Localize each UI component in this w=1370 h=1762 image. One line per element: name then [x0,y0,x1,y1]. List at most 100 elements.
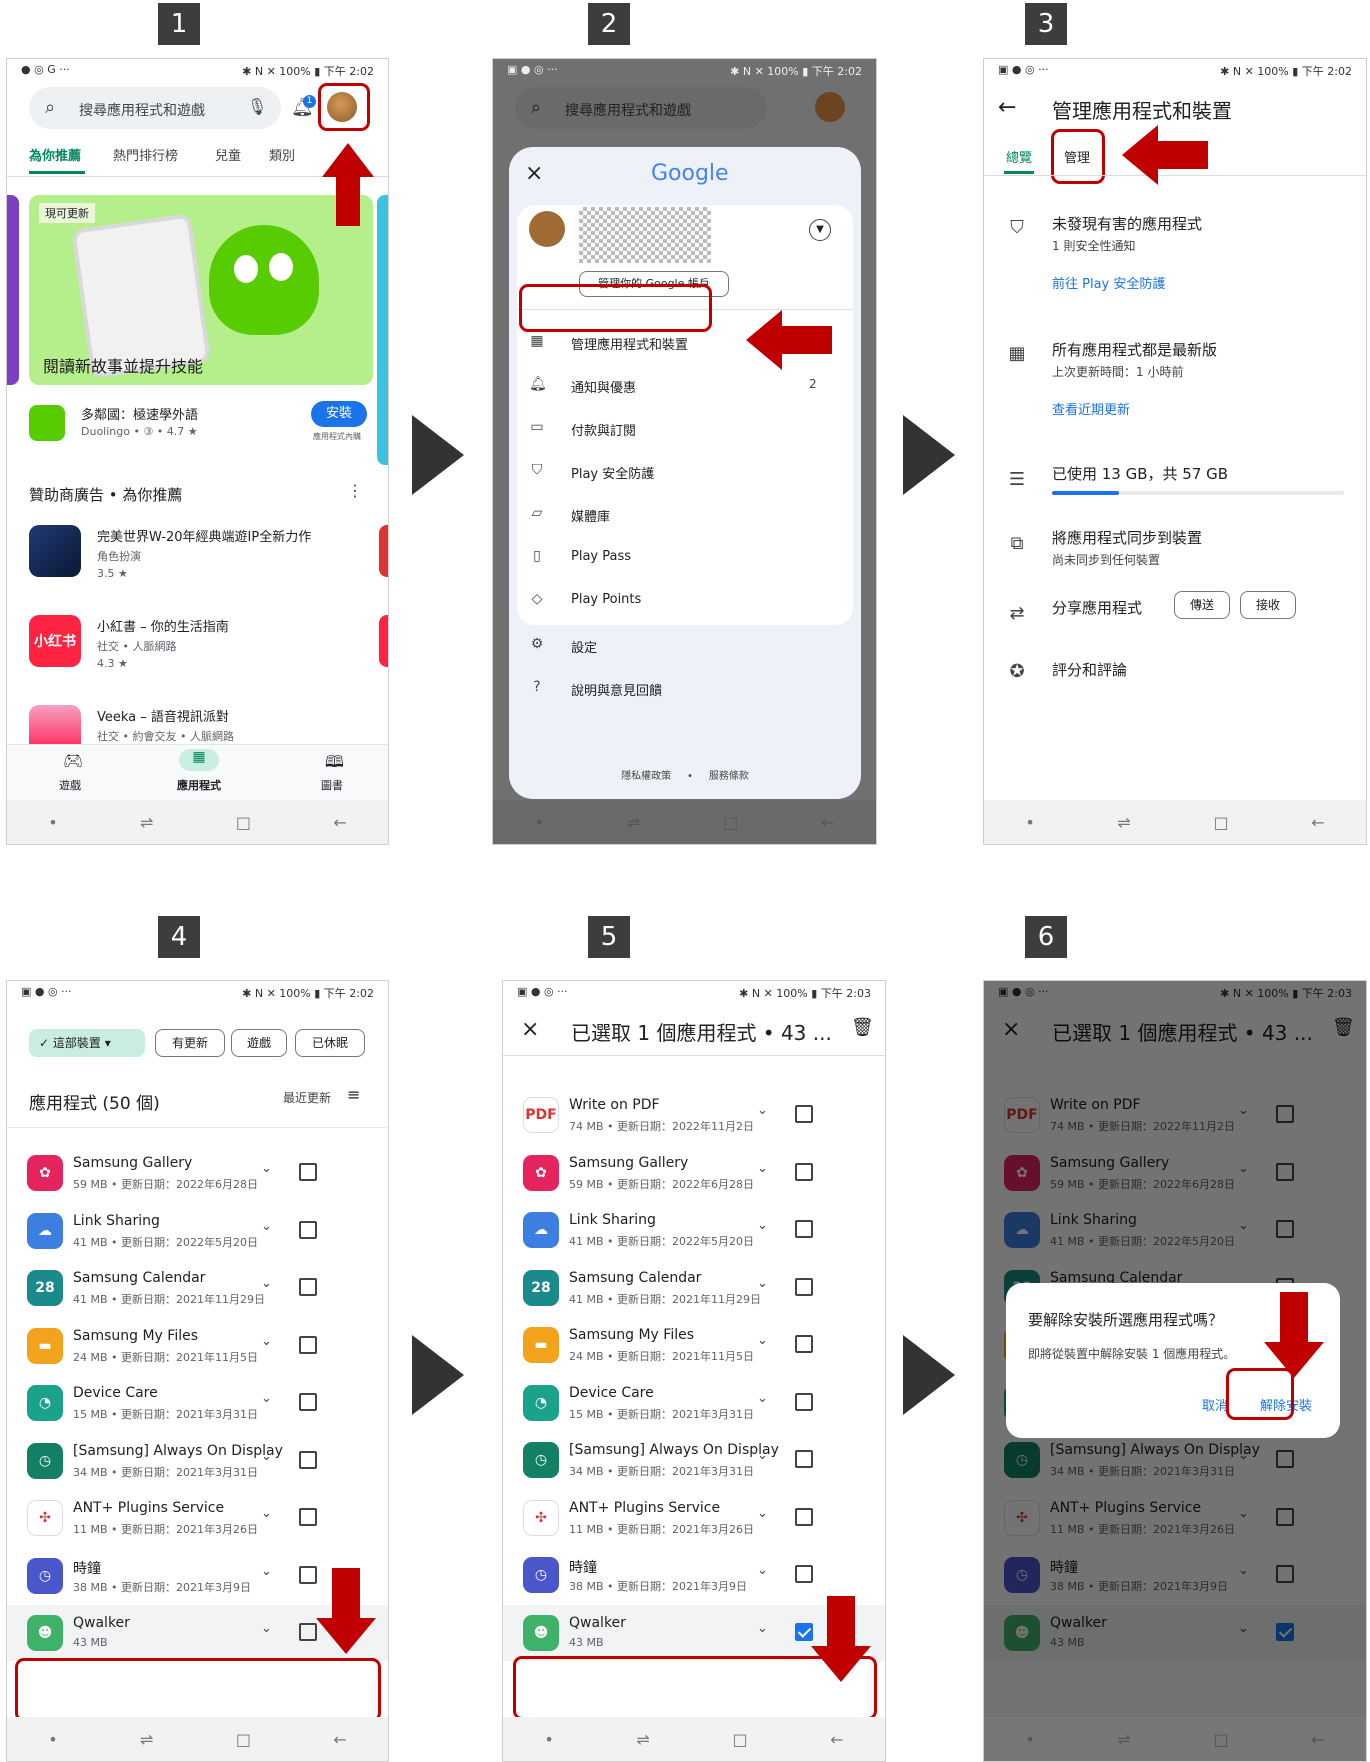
select-checkbox[interactable] [299,1220,317,1239]
select-checkbox[interactable] [795,1162,813,1181]
back-icon[interactable]: ← [333,813,346,832]
sort-icon[interactable]: ≡ [347,1085,360,1104]
select-checkbox[interactable] [299,1163,317,1181]
list-item[interactable]: ☁ Link Sharing 41 MB • 更新日期：2022年5月20日⌄ [7,1203,388,1259]
menu-item[interactable]: ◇ Play Points [517,583,853,619]
close-icon[interactable]: × [525,161,543,186]
expand-chevron-icon[interactable]: ⌄ [261,1334,272,1349]
games-icon[interactable]: 🎮︎ [63,751,83,770]
storage-title[interactable]: 已使用 13 GB，共 57 GB [1052,463,1228,484]
account-switcher-chevron-icon[interactable]: ▼ [809,219,831,241]
select-checkbox[interactable] [299,1450,317,1469]
expand-chevron-icon[interactable]: ⌄ [261,1449,272,1464]
expand-chevron-icon[interactable]: ⌄ [757,1161,768,1176]
list-item[interactable]: ✣ ANT+ Plugins Service 11 MB • 更新日期：2021年3… [7,1490,388,1546]
row-title[interactable]: 將應用程式同步到裝置 [1052,527,1202,548]
install-button[interactable]: 安裝 [311,401,367,427]
select-checkbox[interactable] [795,1392,813,1411]
apps-icon[interactable]: ▦ [179,749,219,771]
delete-icon[interactable]: 🗑︎ [851,1017,874,1038]
select-checkbox[interactable] [299,1565,317,1584]
sort-label[interactable]: 最近更新 [283,1089,331,1106]
expand-chevron-icon[interactable]: ⌄ [757,1621,768,1636]
select-checkbox[interactable] [795,1507,813,1526]
list-item[interactable]: ◷ [Samsung] Always On Display 34 MB • 更新日期… [7,1433,388,1489]
select-checkbox[interactable] [795,1220,813,1238]
expand-chevron-icon[interactable]: ⌄ [757,1506,768,1521]
app-title[interactable]: 完美世界W-20年經典端遊IP全新力作 [97,526,311,545]
expand-chevron-icon[interactable]: ⌄ [757,1563,768,1578]
chip-updates[interactable]: 有更新 [155,1029,225,1057]
recent-updates-link[interactable]: 查看近期更新 [1052,399,1130,418]
select-checkbox[interactable] [795,1565,813,1583]
recent-apps-icon[interactable]: ⇌ [140,813,153,832]
expand-chevron-icon[interactable]: ⌄ [757,1448,768,1463]
select-checkbox[interactable] [299,1623,317,1641]
close-selection-icon[interactable]: × [521,1017,539,1042]
terms-of-service-link[interactable]: 服務條款 [709,771,749,782]
select-checkbox[interactable] [299,1278,317,1296]
account-avatar[interactable] [529,211,565,247]
more-options-icon[interactable]: ⋮ [347,481,363,500]
select-checkbox[interactable] [299,1335,317,1354]
expand-chevron-icon[interactable]: ⌄ [757,1391,768,1406]
menu-item[interactable]: ⛉ Play 安全防護 [517,454,853,490]
list-item[interactable]: ☁ Link Sharing 41 MB • 更新日期：2022年5月20日⌄ [503,1202,885,1258]
list-item[interactable]: 28 Samsung Calendar 41 MB • 更新日期：2021年11月2… [503,1260,885,1316]
tab-top-charts[interactable]: 熱門排行榜 [113,145,178,164]
expand-chevron-icon[interactable]: ⌄ [757,1103,768,1118]
list-item[interactable]: ◔ Device Care 15 MB • 更新日期：2021年3月31日⌄ [503,1375,885,1431]
send-button[interactable]: 傳送 [1174,591,1230,619]
list-item[interactable]: ▬ Samsung My Files 24 MB • 更新日期：2021年11月5日… [503,1317,885,1373]
expand-chevron-icon[interactable]: ⌄ [261,1564,272,1579]
menu-item[interactable]: ? 說明與意見回饋 [517,671,853,707]
expand-chevron-icon[interactable]: ⌄ [261,1621,272,1636]
featured-app-name[interactable]: 多鄰國：極速學外語 [81,404,198,423]
recents-dot-icon[interactable]: • [48,813,57,832]
expand-chevron-icon[interactable]: ⌄ [261,1506,272,1521]
list-item[interactable]: PDF Write on PDF 74 MB • 更新日期：2022年11月2日⌄ [503,1087,885,1143]
expand-chevron-icon[interactable]: ⌄ [261,1391,272,1406]
expand-chevron-icon[interactable]: ⌄ [261,1219,272,1234]
menu-item[interactable]: 🔔︎ 通知與優惠 [517,368,853,404]
tab-overview[interactable]: 總覽 [1006,147,1032,166]
select-checkbox[interactable] [795,1335,813,1353]
expand-chevron-icon[interactable]: ⌄ [261,1161,272,1176]
list-item[interactable]: ▬ Samsung My Files 24 MB • 更新日期：2021年11月5日… [7,1318,388,1374]
play-protect-link[interactable]: 前往 Play 安全防護 [1052,273,1165,292]
select-checkbox[interactable] [299,1393,317,1411]
expand-chevron-icon[interactable]: ⌄ [757,1276,768,1291]
select-checkbox[interactable] [795,1277,813,1296]
menu-item[interactable]: ▭ 付款與訂閱 [517,411,853,447]
tab-kids[interactable]: 兒童 [215,145,241,164]
menu-item[interactable]: ⚙ 設定 [517,628,853,664]
list-item[interactable]: ◷ [Samsung] Always On Display 34 MB • 更新日期… [503,1432,885,1488]
app-title[interactable]: 小紅書 – 你的生活指南 [97,616,229,635]
books-icon[interactable]: 🕮 [325,751,344,778]
tab-categories[interactable]: 類別 [269,145,295,164]
search-input[interactable]: ⌕ 搜尋應用程式和遊戲 🎙 [29,87,281,129]
cancel-button[interactable]: 取消 [1202,1395,1228,1414]
tab-for-you[interactable]: 為你推薦 [29,145,81,164]
list-item[interactable]: ✿ Samsung Gallery 59 MB • 更新日期：2022年6月28日⌄ [7,1145,388,1201]
chip-games[interactable]: 遊戲 [231,1029,287,1057]
chip-hibernated[interactable]: 已休眠 [295,1029,365,1057]
app-title[interactable]: Veeka – 語音視訊派對 [97,706,229,725]
row-title[interactable]: 評分和評論 [1052,659,1127,680]
nav-games[interactable]: 遊戲 [59,777,81,793]
mic-icon[interactable]: 🎙 [247,97,267,116]
privacy-policy-link[interactable]: 隱私權政策 [621,771,671,782]
nav-books[interactable]: 圖書 [321,777,343,793]
back-arrow-icon[interactable]: ← [998,95,1016,120]
menu-item[interactable]: ▱ 媒體庫 [517,497,853,533]
chip-this-device[interactable]: ✓ 這部裝置 ▾ [29,1029,145,1057]
home-icon[interactable]: □ [236,813,251,832]
list-item[interactable]: ◔ Device Care 15 MB • 更新日期：2021年3月31日⌄ [7,1375,388,1431]
select-checkbox[interactable] [795,1450,813,1468]
list-item[interactable]: 28 Samsung Calendar 41 MB • 更新日期：2021年11月2… [7,1260,388,1316]
select-checkbox[interactable] [299,1508,317,1526]
select-checkbox[interactable] [795,1105,813,1123]
list-item[interactable]: ✿ Samsung Gallery 59 MB • 更新日期：2022年6月28日⌄ [503,1145,885,1201]
nav-apps[interactable]: 應用程式 [177,777,221,793]
list-item[interactable]: ◷ 時鐘 38 MB • 更新日期：2021年3月9日 ⌄ [503,1547,885,1603]
